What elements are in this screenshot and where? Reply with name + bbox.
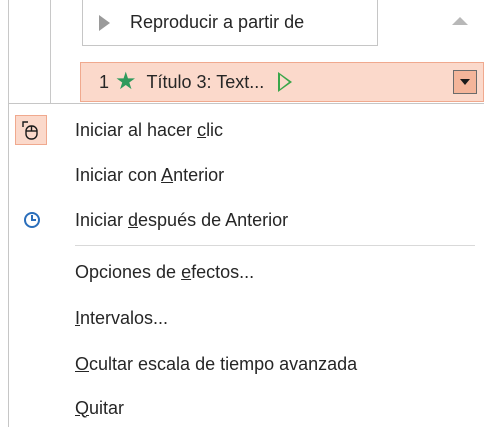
menu-item-label: Iniciar después de Anterior [75,209,289,230]
play-from-label: Reproducir a partir de [130,12,305,32]
clock-icon [24,212,40,228]
scroll-up-button[interactable] [440,8,480,34]
menu-item-label: Opciones de efectos... [75,261,255,282]
menu-item-start-on-click[interactable]: Iniciar al hacer clic [9,110,484,150]
menu-item-start-after-previous[interactable]: Iniciar después de Anterior [9,200,484,240]
mouse-click-icon [15,115,47,145]
menu-separator [75,245,475,246]
menu-item-timing[interactable]: Intervalos... [9,298,484,338]
menu-item-start-with-previous[interactable]: Iniciar con Anterior [9,155,484,195]
menu-item-label: Iniciar con Anterior [75,164,225,185]
menu-item-remove[interactable]: Quitar [9,388,484,427]
chevron-up-icon [452,17,468,25]
menu-item-effect-options[interactable]: Opciones de efectos... [9,252,484,292]
trigger-play-icon [278,72,293,92]
animation-context-menu: Iniciar al hacer clic Iniciar con Anteri… [8,103,484,427]
animation-dropdown-button[interactable] [453,70,477,94]
menu-item-label: Iniciar al hacer clic [75,119,224,140]
pane-divider-right [50,0,51,103]
animation-list-item[interactable]: 1 ★ Título 3: Text... [80,62,484,102]
animation-title: Título 3: Text... [146,71,265,92]
menu-item-label: Ocultar escala de tiempo avanzada [75,353,358,374]
menu-item-label: Intervalos... [75,307,169,328]
star-effect-icon: ★ [115,68,137,95]
menu-item-label: Quitar [75,397,125,418]
play-icon [99,14,110,31]
play-from-button[interactable]: Reproducir a partir de [82,0,378,46]
menu-item-hide-advanced-timeline[interactable]: Ocultar escala de tiempo avanzada [9,344,484,384]
chevron-down-icon [460,79,470,85]
animation-number: 1 [99,71,110,92]
pane-divider-left [8,0,9,103]
